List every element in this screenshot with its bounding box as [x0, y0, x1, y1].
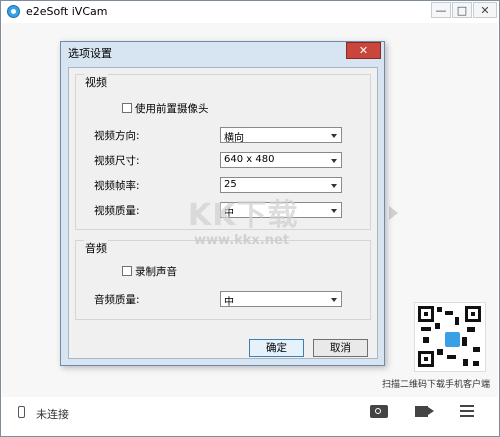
chevron-down-icon	[331, 184, 337, 188]
qr-module	[445, 311, 453, 315]
qr-module	[447, 355, 456, 359]
chevron-down-icon	[331, 159, 337, 163]
hamburger-menu-icon[interactable]	[460, 405, 474, 417]
video-orientation-select[interactable]: 横向	[220, 127, 342, 144]
qr-module	[463, 359, 468, 366]
qr-module	[462, 337, 467, 346]
record-audio-label: 录制声音	[135, 266, 177, 278]
watermark-logo: KK下载	[188, 198, 299, 233]
app-title: e2eSoft iVCam	[26, 5, 108, 18]
qr-code	[414, 302, 486, 372]
maximize-button[interactable]: □	[452, 2, 472, 18]
dialog-close-button[interactable]: ✕	[346, 42, 381, 59]
minimize-button[interactable]: —	[431, 2, 451, 18]
chevron-down-icon	[331, 298, 337, 302]
dialog-title: 选项设置	[68, 47, 112, 60]
video-orientation-value: 横向	[224, 133, 244, 144]
audio-quality-label: 音频质量:	[94, 294, 140, 306]
watermark-url: www.kkx.net	[194, 233, 290, 248]
audio-settings-group: 音频 录制声音 音频质量: 中	[75, 240, 371, 320]
video-framerate-label: 视频帧率:	[94, 180, 140, 192]
video-framerate-value: 25	[224, 179, 237, 190]
audio-quality-select[interactable]: 中	[220, 291, 342, 308]
phone-icon	[18, 406, 25, 418]
camera-icon[interactable]	[370, 405, 388, 418]
video-orientation-label: 视频方向:	[94, 130, 140, 142]
qr-module	[473, 361, 479, 366]
title-bar: e2eSoft iVCam — □ ✕	[1, 1, 499, 23]
cancel-button[interactable]: 取消	[313, 339, 368, 357]
front-camera-checkbox[interactable]	[122, 103, 132, 113]
audio-quality-value: 中	[224, 297, 234, 308]
qr-finder-icon	[465, 306, 481, 322]
webcam-icon	[7, 5, 20, 18]
qr-module	[467, 327, 475, 332]
qr-finder-icon	[418, 306, 434, 322]
qr-module	[421, 327, 431, 331]
qr-module	[437, 307, 442, 312]
qr-finder-icon	[418, 351, 434, 367]
video-size-select[interactable]: 640 x 480	[220, 152, 342, 168]
qr-module	[437, 349, 443, 355]
audio-group-title: 音频	[84, 240, 108, 256]
connection-status: 未连接	[36, 408, 69, 421]
chevron-down-icon	[331, 209, 337, 213]
ok-button[interactable]: 确定	[249, 339, 304, 357]
record-audio-checkbox[interactable]	[122, 266, 132, 276]
video-quality-label: 视频质量:	[94, 205, 140, 217]
preview-arrow-icon	[389, 206, 398, 220]
front-camera-label: 使用前置摄像头	[135, 103, 209, 115]
qr-module	[435, 323, 440, 329]
video-camera-icon[interactable]	[415, 406, 434, 417]
chevron-down-icon	[331, 134, 337, 138]
qr-caption: 扫描二维码下载手机客户端	[382, 380, 491, 390]
status-bar: 未连接	[2, 397, 498, 435]
close-window-button[interactable]: ✕	[473, 2, 497, 18]
qr-module	[423, 337, 429, 343]
video-size-value: 640 x 480	[224, 154, 275, 165]
qr-module	[473, 347, 480, 352]
video-group-title: 视频	[84, 74, 108, 90]
qr-app-logo-icon	[443, 330, 462, 349]
video-size-label: 视频尺寸:	[94, 155, 140, 167]
qr-module	[455, 317, 459, 325]
